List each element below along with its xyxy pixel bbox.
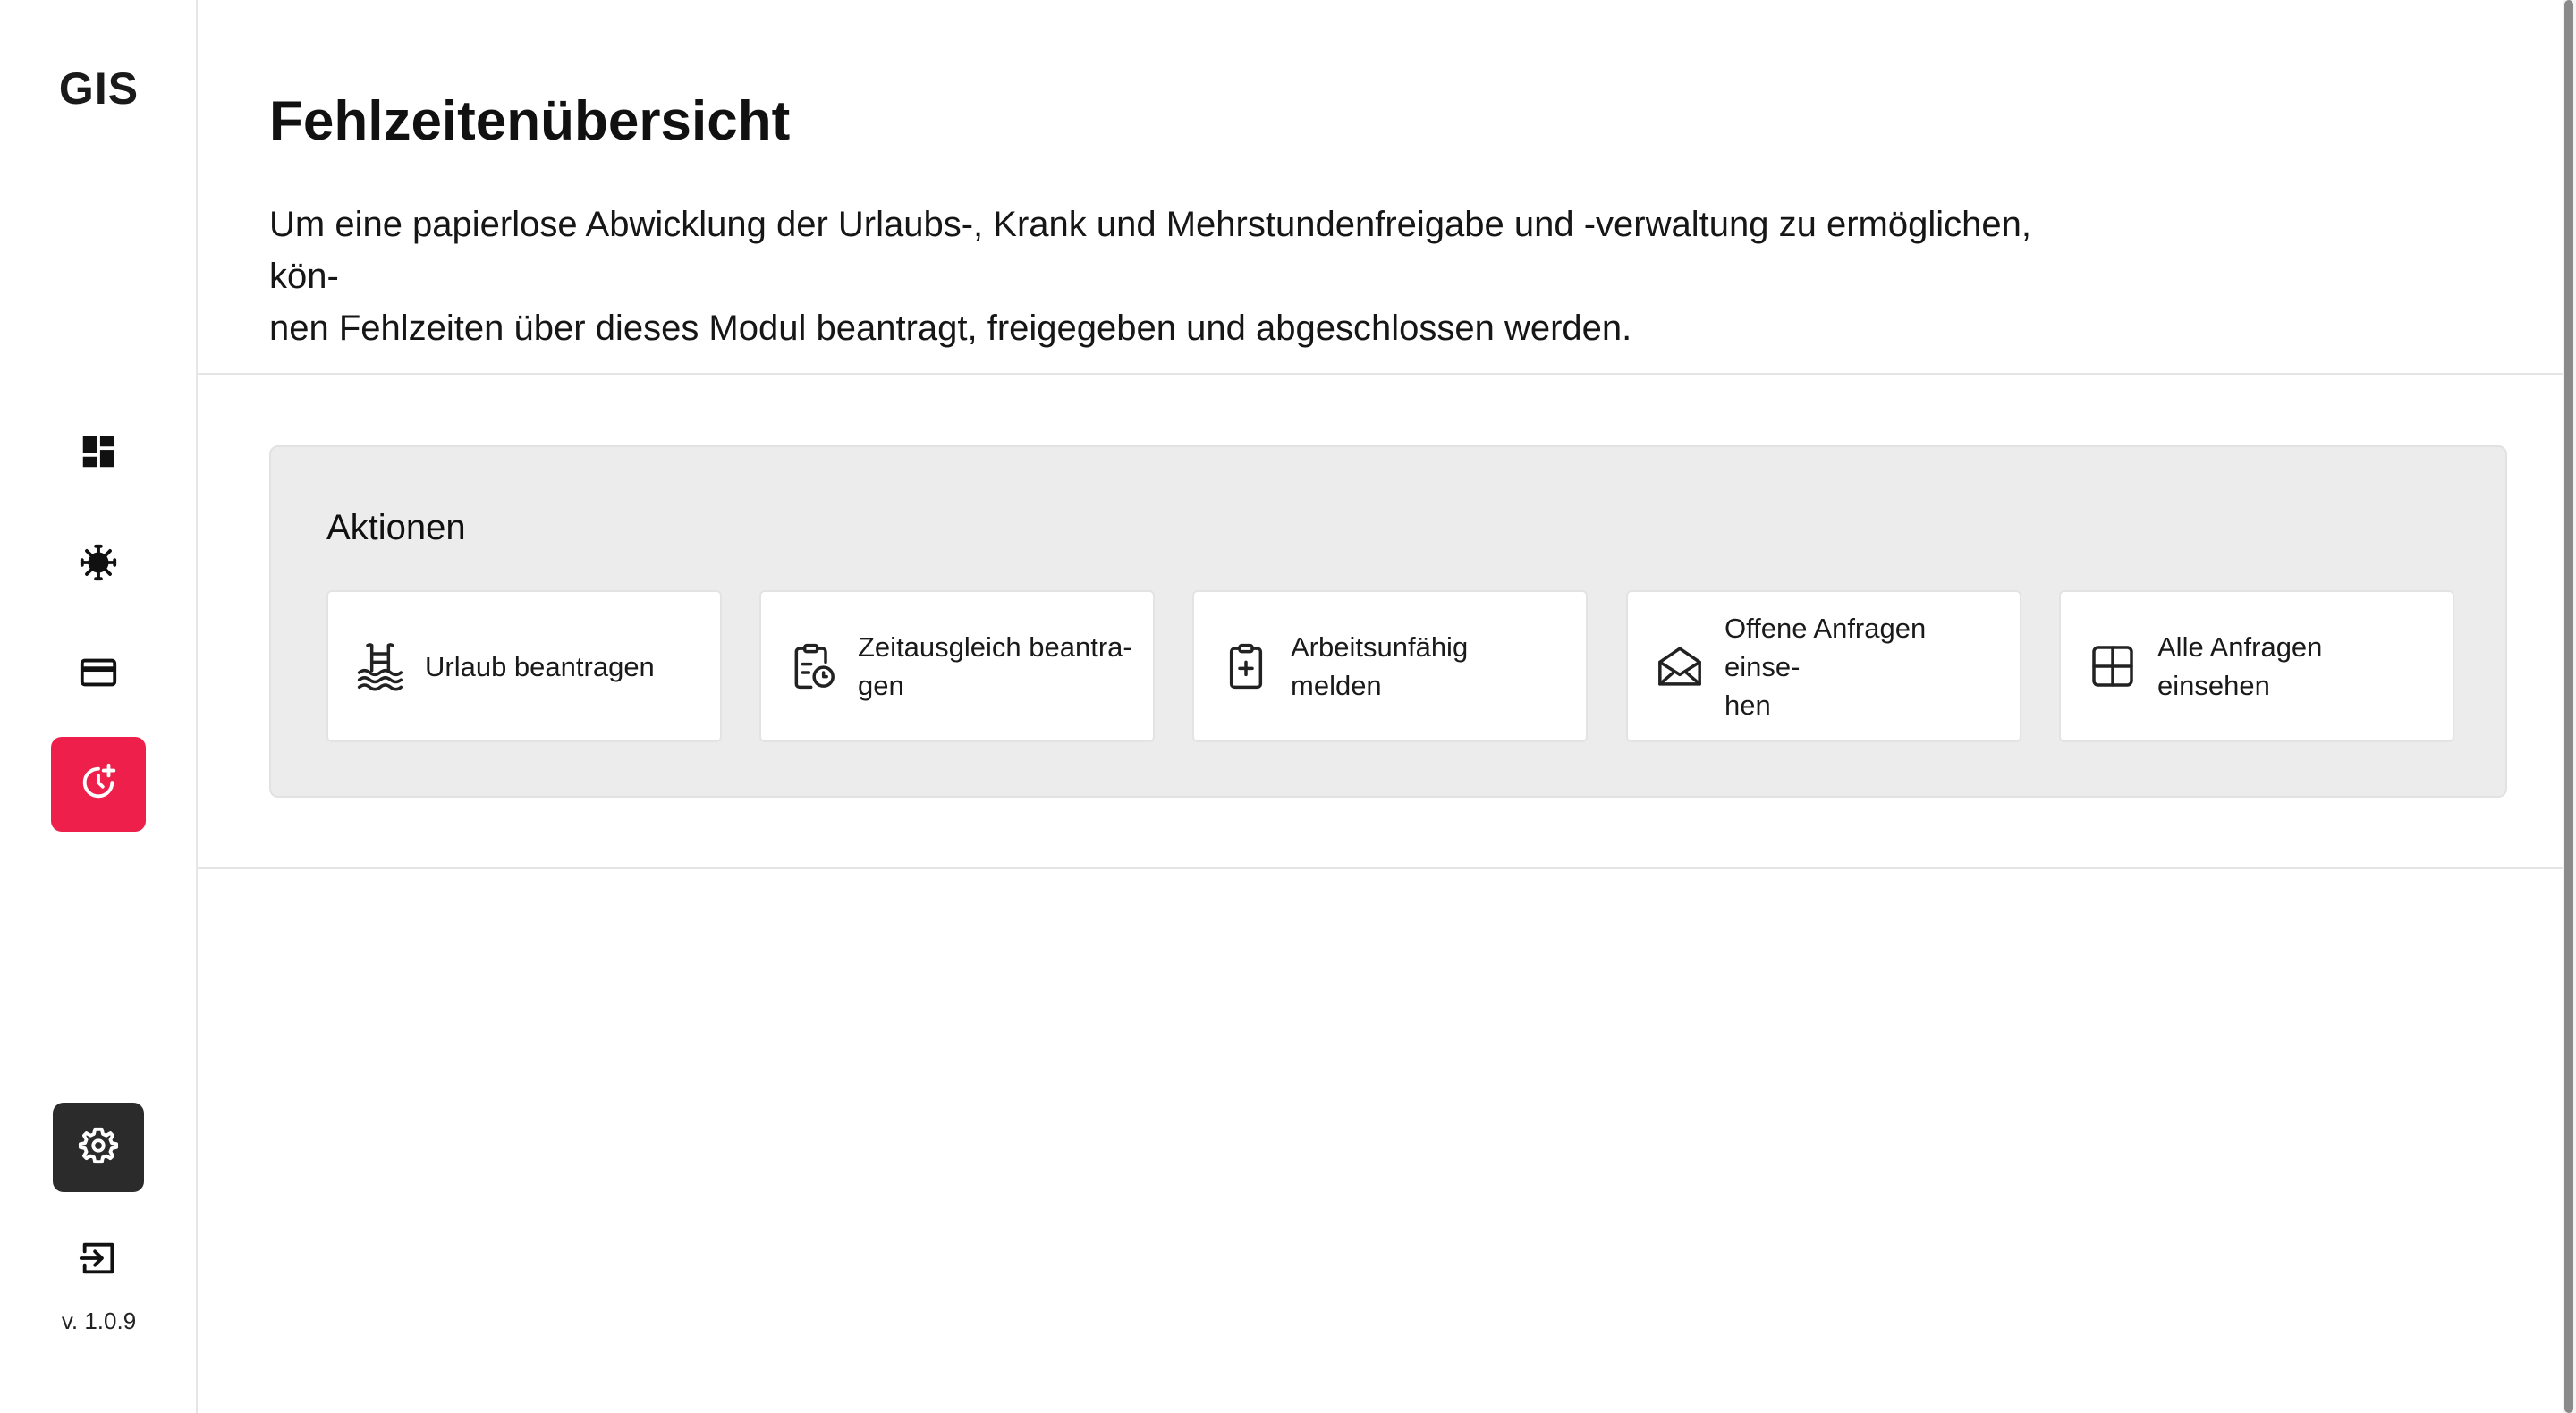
- intro-line-2: nen Fehlzeiten über dieses Modul beantra…: [269, 309, 1632, 348]
- action-label: Alle Anfragen einsehen: [2157, 628, 2433, 705]
- page-intro: Um eine papierlose Abwicklung der Urlaub…: [269, 199, 2067, 354]
- gear-icon: [78, 1125, 119, 1171]
- clipboard-plus-icon: [1221, 641, 1271, 691]
- sidebar-item-absences[interactable]: [51, 737, 146, 832]
- settings-button[interactable]: [53, 1103, 144, 1192]
- view-open-requests-button[interactable]: Offene Anfragen einse- hen: [1626, 590, 2021, 742]
- action-label-line-2: gen: [858, 670, 904, 701]
- action-label-line-1: Alle Anfragen einsehen: [2157, 631, 2323, 701]
- action-label-line-1: Offene Anfragen einse-: [1724, 612, 1927, 682]
- sidebar-item-dashboard[interactable]: [51, 406, 146, 501]
- open-mail-icon: [1655, 641, 1705, 691]
- sidebar: GIS v. 1.0.9: [0, 0, 198, 1413]
- grid-icon: [2088, 641, 2138, 691]
- action-label-line-1: Zeitausgleich beantra-: [858, 631, 1132, 663]
- dashboard-icon: [78, 431, 119, 477]
- action-label-line-1: Urlaub beantragen: [425, 650, 655, 682]
- action-label: Zeitausgleich beantra- gen: [858, 628, 1132, 705]
- clock-plus-icon: [78, 762, 119, 808]
- scrollbar-thumb[interactable]: [2564, 0, 2573, 1413]
- request-time-compensation-button[interactable]: Zeitausgleich beantra- gen: [759, 590, 1155, 742]
- clipboard-clock-icon: [788, 641, 838, 691]
- main-content: Fehlzeitenübersicht Um eine papierlose A…: [198, 0, 2576, 1413]
- logout-icon: [78, 1238, 119, 1283]
- report-sick-button[interactable]: Arbeitsunfähig melden: [1192, 590, 1588, 742]
- intro-line-1: Um eine papierlose Abwicklung der Urlaub…: [269, 205, 2031, 296]
- app-version: v. 1.0.9: [61, 1307, 137, 1334]
- page-title: Fehlzeitenübersicht: [269, 90, 791, 152]
- request-vacation-button[interactable]: Urlaub beantragen: [326, 590, 722, 742]
- swimming-icon: [355, 641, 405, 691]
- sidebar-item-payment[interactable]: [51, 627, 146, 722]
- action-label: Urlaub beantragen: [425, 647, 655, 686]
- view-all-requests-button[interactable]: Alle Anfragen einsehen: [2059, 590, 2454, 742]
- action-label-line-1: Arbeitsunfähig melden: [1291, 631, 1469, 701]
- credit-card-icon: [78, 652, 119, 698]
- vertical-scrollbar[interactable]: [2563, 0, 2576, 1413]
- action-label: Offene Anfragen einse- hen: [1724, 609, 2000, 724]
- sidebar-item-virus[interactable]: [51, 517, 146, 612]
- actions-divider: [198, 867, 2576, 869]
- virus-icon: [78, 542, 119, 588]
- logout-button[interactable]: [51, 1213, 146, 1307]
- action-label: Arbeitsunfähig melden: [1291, 628, 1566, 705]
- action-label-line-2: hen: [1724, 689, 1771, 721]
- actions-panel: Aktionen Urlaub beantragen Zeitausgleich…: [269, 445, 2507, 798]
- actions-title: Aktionen: [326, 508, 466, 547]
- app-logo[interactable]: GIS: [0, 63, 198, 114]
- header-divider: [198, 373, 2576, 375]
- app-root: GIS v. 1.0.9 Fehlzeitenübersicht Um eine…: [0, 0, 2576, 1413]
